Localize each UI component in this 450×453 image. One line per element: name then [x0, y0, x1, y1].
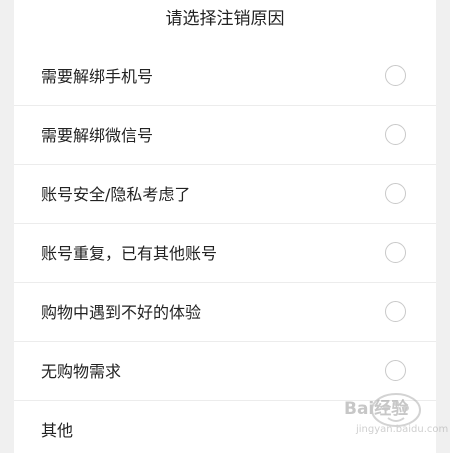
reason-label: 购物中遇到不好的体验 [41, 303, 202, 322]
radio-unchecked-icon[interactable] [385, 242, 406, 263]
reason-label: 需要解绑微信号 [41, 126, 154, 145]
radio-unchecked-icon[interactable] [385, 360, 406, 381]
reason-label: 其他 [41, 421, 74, 440]
reason-label: 需要解绑手机号 [41, 67, 154, 86]
reason-option-unbind-phone[interactable]: 需要解绑手机号 [14, 47, 436, 106]
radio-unchecked-icon[interactable] [385, 301, 406, 322]
dialog-title: 请选择注销原因 [165, 9, 285, 29]
radio-unchecked-icon[interactable] [385, 65, 406, 86]
reason-label: 账号重复，已有其他账号 [41, 244, 218, 263]
cancel-reason-sheet: 请选择注销原因 需要解绑手机号 需要解绑微信号 账号安全/隐私考虑了 账号重复，… [14, 0, 436, 453]
reason-option-bad-experience[interactable]: 购物中遇到不好的体验 [14, 283, 436, 342]
reason-option-other[interactable]: 其他 [14, 401, 436, 453]
reason-option-security-privacy[interactable]: 账号安全/隐私考虑了 [14, 165, 436, 224]
reason-label: 账号安全/隐私考虑了 [41, 185, 191, 204]
reason-option-unbind-wechat[interactable]: 需要解绑微信号 [14, 106, 436, 165]
reason-option-duplicate-account[interactable]: 账号重复，已有其他账号 [14, 224, 436, 283]
radio-unchecked-icon[interactable] [385, 183, 406, 204]
reason-option-no-shopping-need[interactable]: 无购物需求 [14, 342, 436, 401]
radio-unchecked-icon[interactable] [385, 124, 406, 145]
reason-list: 需要解绑手机号 需要解绑微信号 账号安全/隐私考虑了 账号重复，已有其他账号 购… [14, 47, 436, 453]
reason-label: 无购物需求 [41, 362, 122, 381]
